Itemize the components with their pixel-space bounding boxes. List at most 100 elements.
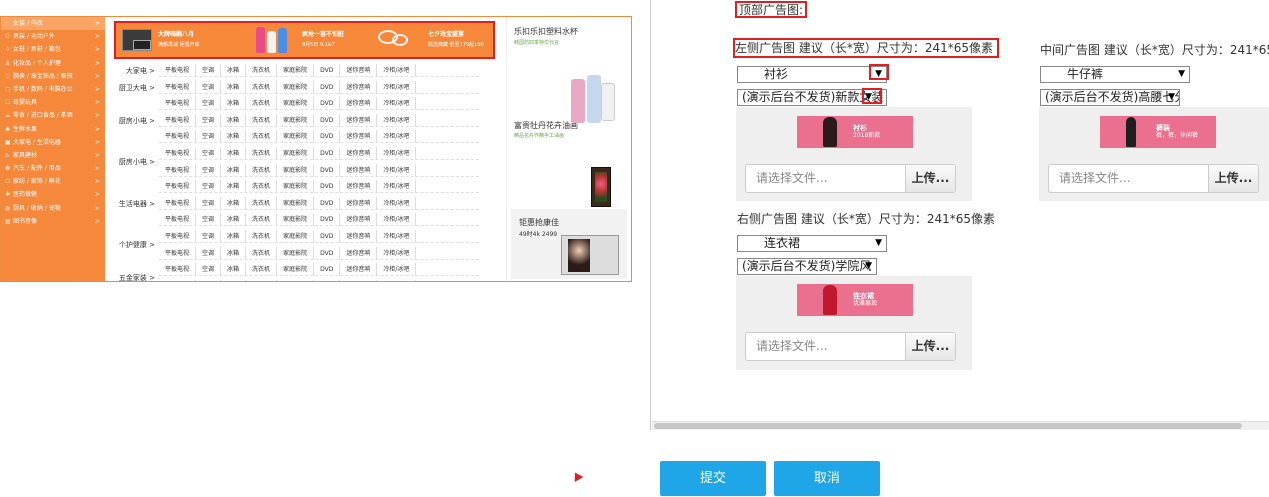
submit-button[interactable]: 提交 [660, 461, 766, 496]
sub-category-link[interactable]: 家庭影院 [277, 263, 315, 277]
sub-category-link[interactable]: 迷你音响 [340, 97, 378, 111]
sub-category-link[interactable]: DVD [314, 263, 341, 277]
middle-upload-button[interactable]: 上传... [1208, 165, 1258, 192]
sub-category-link[interactable]: 家庭影院 [277, 180, 315, 194]
category-name[interactable]: 五金家装 > [109, 273, 155, 281]
sub-category-link[interactable]: 洗衣机 [246, 263, 278, 277]
sub-category-link[interactable]: 冰箱 [221, 113, 247, 127]
sub-category-link[interactable]: 迷你音响 [340, 263, 378, 277]
sub-category-link[interactable]: 冷柜/冰吧 [377, 163, 417, 177]
sub-category-link[interactable]: 迷你音响 [340, 196, 378, 210]
sub-category-link[interactable]: 平板电视 [159, 180, 197, 194]
sub-category-link[interactable]: 空调 [196, 113, 222, 127]
sub-category-link[interactable]: 平板电视 [159, 263, 197, 277]
sub-category-link[interactable]: 平板电视 [159, 147, 197, 160]
sub-category-link[interactable]: DVD [314, 64, 341, 77]
sidebar-item[interactable]: ✚ 医药保健 > [1, 188, 105, 201]
sub-category-link[interactable]: 迷你音响 [340, 230, 378, 243]
left-upload-button[interactable]: 上传... [905, 165, 955, 192]
sub-category-link[interactable]: 冰箱 [221, 213, 247, 227]
sub-category-link[interactable]: 家庭影院 [277, 163, 315, 177]
sidebar-item[interactable]: ⚙ 汽车 / 配件 / 用品 > [1, 162, 105, 175]
left-file-picker[interactable]: 请选择文件... 上传... [745, 164, 956, 193]
category-name[interactable]: 厨卫大电 > [109, 83, 155, 93]
sub-category-link[interactable]: DVD [314, 230, 341, 243]
sub-category-link[interactable]: 平板电视 [159, 113, 197, 127]
sub-category-link[interactable]: 空调 [196, 147, 222, 160]
sub-category-link[interactable]: 洗衣机 [246, 213, 278, 227]
sub-category-link[interactable]: 冰箱 [221, 279, 247, 281]
sub-category-link[interactable]: 冷柜/冰吧 [377, 130, 417, 144]
sub-category-link[interactable]: 家庭影院 [277, 147, 315, 160]
sub-category-link[interactable]: 空调 [196, 196, 222, 210]
sub-category-link[interactable]: DVD [314, 213, 341, 227]
sub-category-link[interactable]: 家庭影院 [277, 279, 315, 281]
sub-category-link[interactable]: 冰箱 [221, 97, 247, 111]
sidebar-item[interactable]: ⚇ 男装 / 运动户外 > [1, 30, 105, 43]
sub-category-link[interactable]: 冰箱 [221, 80, 247, 94]
scrollbar-thumb[interactable] [654, 423, 1242, 429]
sub-category-link[interactable]: 洗衣机 [246, 147, 278, 160]
sub-category-link[interactable]: 家庭影院 [277, 80, 315, 94]
sidebar-item[interactable]: ☖ 家纺 / 家饰 / 鲜花 > [1, 175, 105, 188]
sub-category-link[interactable]: 平板电视 [159, 196, 197, 210]
sub-category-link[interactable]: 冰箱 [221, 263, 247, 277]
sub-category-link[interactable]: 家庭影院 [277, 230, 315, 243]
sub-category-link[interactable]: DVD [314, 246, 341, 260]
sub-category-link[interactable]: 空调 [196, 80, 222, 94]
sub-category-link[interactable]: 冷柜/冰吧 [377, 230, 417, 243]
sub-category-link[interactable]: DVD [314, 97, 341, 111]
sub-category-link[interactable]: 平板电视 [159, 64, 197, 77]
sub-category-link[interactable]: 平板电视 [159, 230, 197, 243]
sub-category-link[interactable]: 冰箱 [221, 246, 247, 260]
cancel-button[interactable]: 取消 [774, 461, 880, 496]
sidebar-item[interactable]: ☕ 零食 / 进口食品 / 茶酒 > [1, 109, 105, 122]
sub-category-link[interactable]: 平板电视 [159, 97, 197, 111]
sub-category-link[interactable]: 平板电视 [159, 213, 197, 227]
sub-category-link[interactable]: 冷柜/冰吧 [377, 64, 417, 77]
sub-category-link[interactable]: 空调 [196, 263, 222, 277]
sidebar-item[interactable]: ☐ 母婴玩具 > [1, 96, 105, 109]
sub-category-link[interactable]: 冷柜/冰吧 [377, 279, 417, 281]
sub-category-link[interactable]: 家庭影院 [277, 213, 315, 227]
sub-category-link[interactable]: 家庭影院 [277, 97, 315, 111]
middle-category-select[interactable]: 牛仔裤 ▼ [1040, 66, 1190, 83]
sub-category-link[interactable]: 家庭影院 [277, 113, 315, 127]
sub-category-link[interactable]: 洗衣机 [246, 246, 278, 260]
sub-category-link[interactable]: 空调 [196, 279, 222, 281]
sub-category-link[interactable]: 空调 [196, 246, 222, 260]
sub-category-link[interactable]: 迷你音响 [340, 279, 378, 281]
sub-category-link[interactable]: 洗衣机 [246, 97, 278, 111]
sub-category-link[interactable]: 平板电视 [159, 163, 197, 177]
sub-category-link[interactable]: 家庭影院 [277, 196, 315, 210]
sub-category-link[interactable]: 空调 [196, 130, 222, 144]
sub-category-link[interactable]: 洗衣机 [246, 80, 278, 94]
sub-category-link[interactable]: 平板电视 [159, 246, 197, 260]
sub-category-link[interactable]: 洗衣机 [246, 113, 278, 127]
sub-category-link[interactable]: 冰箱 [221, 196, 247, 210]
sidebar-item[interactable]: ◎ 厨具 / 收纳 / 宠物 > [1, 202, 105, 215]
sub-category-link[interactable]: 冷柜/冰吧 [377, 246, 417, 260]
sub-category-link[interactable]: DVD [314, 180, 341, 194]
sub-category-link[interactable]: 冷柜/冰吧 [377, 97, 417, 111]
sub-category-link[interactable]: 空调 [196, 97, 222, 111]
sub-category-link[interactable]: 冷柜/冰吧 [377, 180, 417, 194]
sub-category-link[interactable]: 洗衣机 [246, 163, 278, 177]
sub-category-link[interactable]: 冷柜/冰吧 [377, 147, 417, 160]
sidebar-item[interactable]: 女装 / 内衣 > [1, 17, 105, 31]
sub-category-link[interactable]: 迷你音响 [340, 64, 378, 77]
sub-category-link[interactable]: DVD [314, 113, 341, 127]
sidebar-item[interactable]: ♡ 腕表 / 珠宝饰品 / 眼镜 > [1, 70, 105, 83]
sub-category-link[interactable]: 冷柜/冰吧 [377, 196, 417, 210]
sub-category-link[interactable]: 冷柜/冰吧 [377, 80, 417, 94]
sub-category-link[interactable]: 平板电视 [159, 80, 197, 94]
sub-category-link[interactable]: 迷你音响 [340, 113, 378, 127]
sub-category-link[interactable]: 迷你音响 [340, 130, 378, 144]
sub-category-link[interactable]: 冷柜/冰吧 [377, 263, 417, 277]
sub-category-link[interactable]: 迷你音响 [340, 80, 378, 94]
right-product-select[interactable]: (演示后台不发货)学院风 ▼ [737, 258, 877, 275]
sub-category-link[interactable]: 洗衣机 [246, 180, 278, 194]
recommend-title-1[interactable]: 乐扣乐扣塑料水杯 [514, 26, 578, 37]
sidebar-item[interactable]: ♙ 化妆品 / 个人护理 > [1, 57, 105, 70]
sidebar-item[interactable]: ♢ 女鞋 / 男鞋 / 箱包 > [1, 43, 105, 56]
